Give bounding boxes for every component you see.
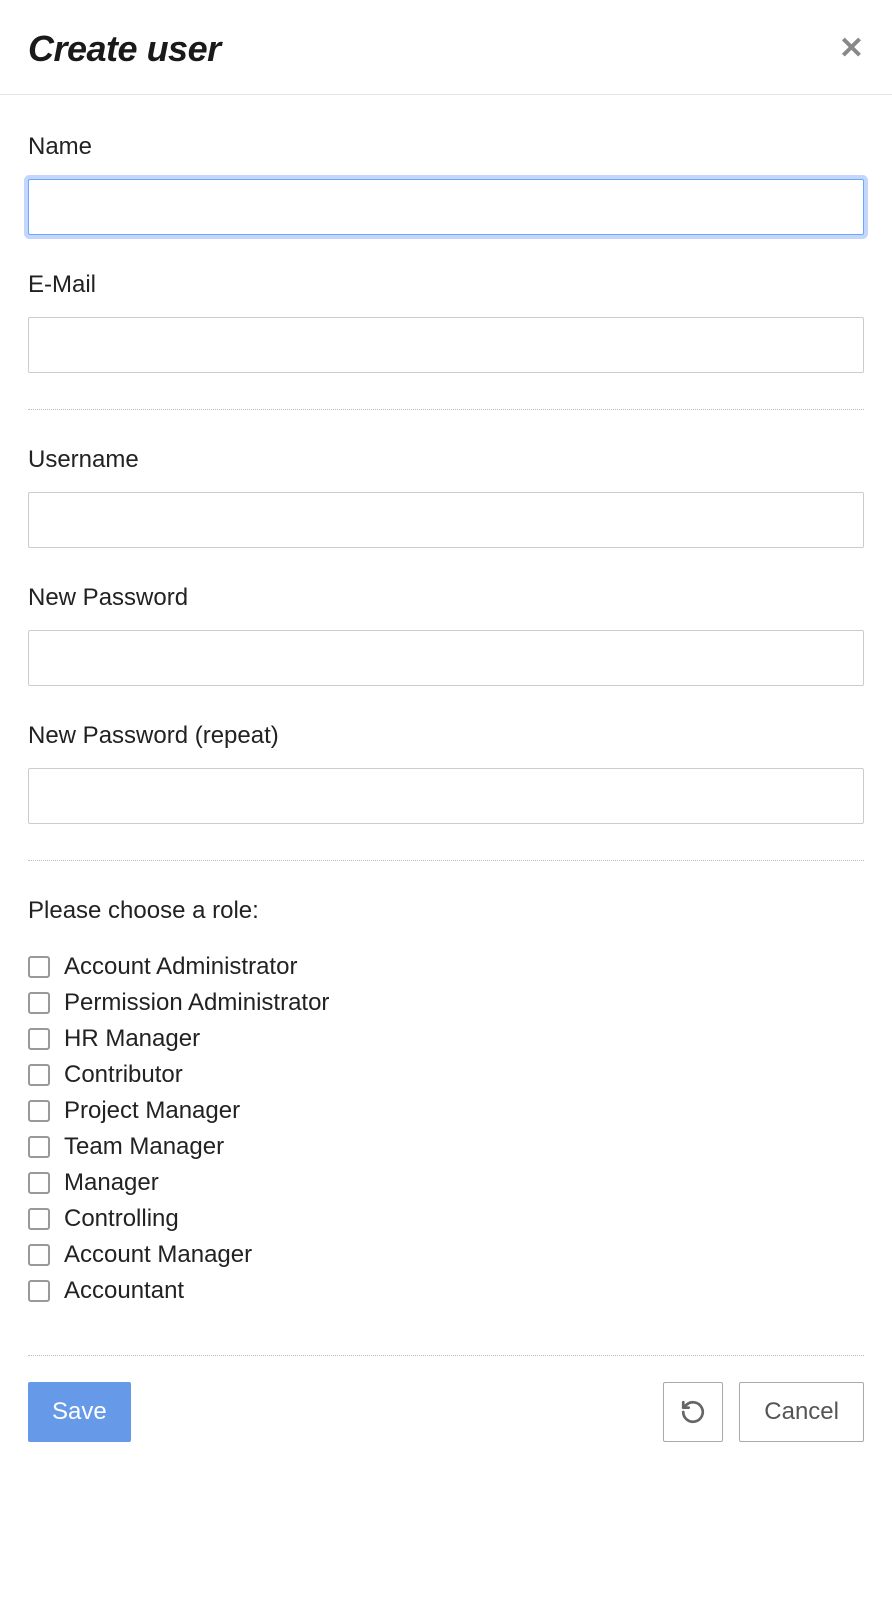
modal-title: Create user [28,28,221,70]
undo-icon [680,1399,706,1425]
role-checkbox-account-manager[interactable] [28,1244,50,1266]
email-label: E-Mail [28,271,864,299]
field-group-name: Name [28,133,864,235]
close-button[interactable]: ✕ [839,34,864,64]
role-checkbox-manager[interactable] [28,1172,50,1194]
save-button-label: Save [52,1398,107,1426]
cancel-button[interactable]: Cancel [739,1382,864,1442]
role-item: Account Manager [28,1241,864,1269]
roles-section: Please choose a role: Account Administra… [28,897,864,1305]
cancel-button-label: Cancel [764,1398,839,1426]
role-label: Account Manager [64,1241,252,1269]
create-user-modal: Create user ✕ Name E-Mail Username New P… [0,0,892,1476]
username-input[interactable] [28,492,864,548]
role-label: Controlling [64,1205,179,1233]
role-label: Permission Administrator [64,989,329,1017]
roles-list: Account Administrator Permission Adminis… [28,953,864,1305]
role-item: HR Manager [28,1025,864,1053]
footer-right: Cancel [663,1382,864,1442]
role-item: Account Administrator [28,953,864,981]
password-repeat-label: New Password (repeat) [28,722,864,750]
field-group-username: Username [28,446,864,548]
password-label: New Password [28,584,864,612]
save-button[interactable]: Save [28,1382,131,1442]
role-checkbox-permission-administrator[interactable] [28,992,50,1014]
roles-label: Please choose a role: [28,897,864,925]
modal-footer: Save Cancel [0,1356,892,1476]
close-icon: ✕ [839,32,864,65]
role-label: Accountant [64,1277,184,1305]
role-checkbox-contributor[interactable] [28,1064,50,1086]
field-group-email: E-Mail [28,271,864,373]
password-repeat-input[interactable] [28,768,864,824]
name-input[interactable] [28,179,864,235]
field-group-password-repeat: New Password (repeat) [28,722,864,824]
role-item: Accountant [28,1277,864,1305]
role-checkbox-project-manager[interactable] [28,1100,50,1122]
role-checkbox-team-manager[interactable] [28,1136,50,1158]
name-label: Name [28,133,864,161]
reset-button[interactable] [663,1382,723,1442]
modal-header: Create user ✕ [0,0,892,95]
field-group-password: New Password [28,584,864,686]
section-divider [28,409,864,410]
role-label: Manager [64,1169,159,1197]
role-item: Project Manager [28,1097,864,1125]
role-checkbox-hr-manager[interactable] [28,1028,50,1050]
role-item: Manager [28,1169,864,1197]
role-item: Controlling [28,1205,864,1233]
role-label: Account Administrator [64,953,297,981]
role-item: Team Manager [28,1133,864,1161]
role-checkbox-account-administrator[interactable] [28,956,50,978]
role-checkbox-accountant[interactable] [28,1280,50,1302]
section-divider [28,860,864,861]
modal-body: Name E-Mail Username New Password New Pa… [0,95,892,1355]
role-checkbox-controlling[interactable] [28,1208,50,1230]
email-input[interactable] [28,317,864,373]
role-label: Team Manager [64,1133,224,1161]
role-item: Contributor [28,1061,864,1089]
role-item: Permission Administrator [28,989,864,1017]
role-label: HR Manager [64,1025,200,1053]
role-label: Contributor [64,1061,183,1089]
role-label: Project Manager [64,1097,240,1125]
password-input[interactable] [28,630,864,686]
username-label: Username [28,446,864,474]
